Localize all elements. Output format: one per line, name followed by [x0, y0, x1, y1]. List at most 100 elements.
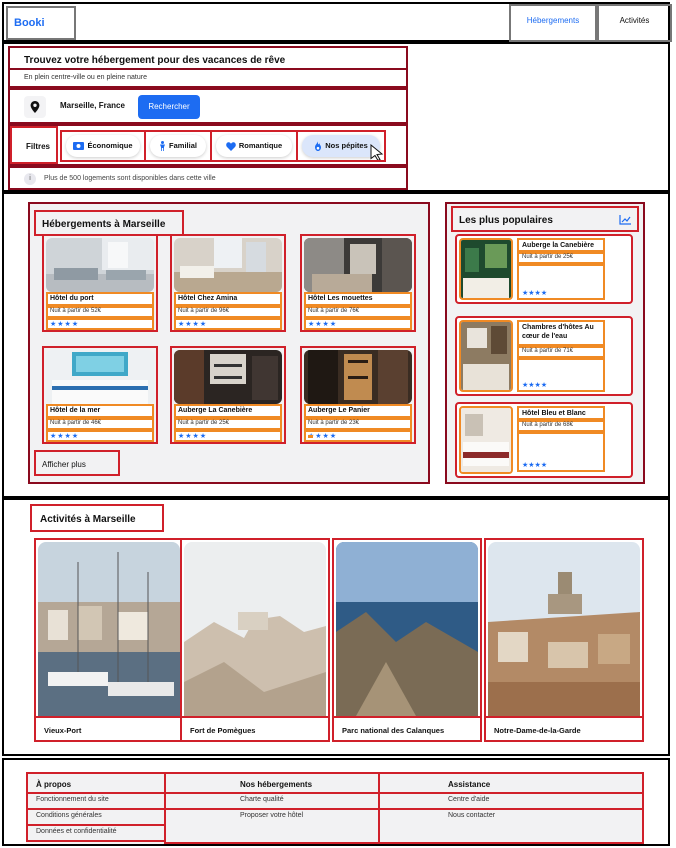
activity-card[interactable]: Notre-Dame-de-la-Garde — [484, 538, 644, 742]
hotel-stars: ★★★★ — [178, 433, 208, 440]
activity-image — [336, 542, 478, 716]
filter-nos-pepites[interactable]: Nos pépites — [296, 130, 386, 162]
popular-name: Auberge la Canebière — [522, 242, 594, 249]
flame-icon — [315, 141, 322, 152]
activity-card[interactable]: Fort de Pomègues — [180, 538, 330, 742]
search-button[interactable]: Rechercher — [138, 95, 200, 119]
footer-link-text: Centre d'aide — [448, 796, 490, 803]
trend-chart-icon — [619, 215, 631, 225]
hotel-price: Nuit à partir de 96€ — [178, 308, 230, 314]
filter-economique[interactable]: Économique — [60, 130, 146, 162]
activity-label: Fort de Pomègues — [190, 726, 256, 735]
hotel-image — [174, 238, 282, 292]
search-info-text: Plus de 500 logements sont disponibles d… — [44, 175, 216, 182]
popular-card[interactable]: Hôtel Bleu et Blanc Nuit à partir de 68€… — [455, 402, 633, 478]
hotel-image — [46, 350, 154, 404]
filter-romantique[interactable]: Romantique — [210, 130, 298, 162]
search-subtitle: En plein centre-ville ou en pleine natur… — [8, 68, 408, 88]
nav-activites[interactable]: Activités — [597, 4, 672, 42]
show-more-button[interactable]: Afficher plus — [34, 450, 120, 476]
hotel-name: Hôtel du port — [50, 295, 94, 302]
hotel-stars: ★★★★ — [50, 433, 80, 440]
activity-label: Notre-Dame-de-la-Garde — [494, 726, 581, 735]
logo-text: Booki — [14, 17, 45, 29]
search-info: i Plus de 500 logements sont disponibles… — [8, 166, 408, 190]
popular-block: Les plus populaires Auberge la Canebière… — [445, 202, 645, 484]
popular-name: Chambres d'hôtes Au cœur de l'eau — [522, 324, 594, 340]
search-subtitle-text: En plein centre-ville ou en pleine natur… — [24, 74, 147, 81]
hotel-card[interactable]: Hôtel Chez Amina Nuit à partir de 96€ ★★… — [170, 234, 286, 332]
hotel-name: Auberge La Canebière — [178, 407, 253, 414]
footer-link[interactable]: Centre d'aide — [378, 794, 644, 810]
logo[interactable]: Booki — [6, 6, 76, 40]
search-title: Trouvez votre hébergement pour des vacan… — [8, 46, 408, 70]
money-icon — [73, 142, 85, 151]
info-icon: i — [24, 173, 36, 185]
hotel-price: Nuit à partir de 52€ — [50, 308, 102, 314]
footer-col-hebergements: Nos hébergements Charte qualité Proposer… — [164, 772, 380, 844]
popular-image — [459, 320, 513, 392]
search-input[interactable]: Marseille, France — [60, 101, 125, 110]
footer-link[interactable]: Charte qualité — [164, 794, 380, 810]
search-title-text: Trouvez votre hébergement pour des vacan… — [24, 55, 286, 66]
filter-nos-pepites-label: Nos pépites — [325, 141, 368, 150]
hotel-name: Hôtel de la mer — [50, 407, 101, 414]
activity-image — [488, 542, 640, 716]
popular-image — [459, 238, 513, 300]
hotel-name: Hôtel Les mouettes — [308, 295, 373, 302]
child-icon — [160, 141, 166, 152]
hotel-price: Nuit à partir de 25€ — [178, 420, 230, 426]
hotel-image — [46, 238, 154, 292]
hotel-card[interactable]: Hôtel Les mouettes Nuit à partir de 76€ … — [300, 234, 416, 332]
hotels-title-text: Hébergements à Marseille — [42, 219, 166, 230]
popular-title-text: Les plus populaires — [459, 215, 553, 226]
show-more-label: Afficher plus — [42, 460, 86, 469]
popular-price: Nuit à partir de 68€ — [522, 422, 574, 428]
footer-link[interactable]: Fonctionnement du site — [26, 794, 166, 810]
hotel-card[interactable]: Hôtel de la mer Nuit à partir de 46€ ★★★… — [42, 346, 158, 444]
footer-link-text: Données et confidentialité — [36, 828, 117, 835]
activity-label: Parc national des Calanques — [342, 726, 445, 735]
popular-name: Hôtel Bleu et Blanc — [522, 410, 586, 417]
footer-link-text: Proposer votre hôtel — [240, 812, 304, 819]
hotel-image — [304, 238, 412, 292]
filters-label-text: Filtres — [26, 142, 51, 151]
footer-col-apropos: À propos Fonctionnement du site Conditio… — [26, 772, 166, 842]
hotel-stars: ★★★★ — [178, 321, 208, 328]
location-pin-icon — [24, 96, 46, 118]
footer-link[interactable]: Conditions générales — [26, 810, 166, 826]
hotel-image — [174, 350, 282, 404]
hotel-card[interactable]: Auberge La Canebière Nuit à partir de 25… — [170, 346, 286, 444]
popular-card[interactable]: Chambres d'hôtes Au cœur de l'eau Nuit à… — [455, 316, 633, 396]
footer-link[interactable]: Nous contacter — [378, 810, 644, 844]
popular-stars: ★★★★ — [522, 382, 548, 389]
hotel-price: Nuit à partir de 46€ — [50, 420, 102, 426]
hotels-section: Hébergements à Marseille Hôtel du port N… — [2, 192, 670, 498]
footer: À propos Fonctionnement du site Conditio… — [2, 758, 670, 846]
hotel-card[interactable]: Hôtel du port Nuit à partir de 52€ ★★★★ — [42, 234, 158, 332]
activity-card[interactable]: Vieux-Port — [34, 538, 184, 742]
header: Booki Hébergements Activités — [2, 2, 672, 42]
hotel-image — [304, 350, 412, 404]
footer-col-assistance: Assistance Centre d'aide Nous contacter — [378, 772, 644, 844]
hotel-stars: ★★★★ — [308, 321, 338, 328]
footer-link[interactable]: Données et confidentialité — [26, 826, 166, 842]
hotels-title: Hébergements à Marseille — [34, 210, 184, 236]
footer-link-text: Nous contacter — [448, 812, 496, 819]
popular-image — [459, 406, 513, 474]
footer-link[interactable]: Proposer votre hôtel — [164, 810, 380, 844]
hotel-name: Auberge Le Panier — [308, 407, 370, 414]
marker — [308, 435, 313, 438]
hotel-stars: ★★★★ — [50, 321, 80, 328]
footer-col-title: Assistance — [448, 780, 491, 789]
popular-card[interactable]: Auberge la Canebière Nuit à partir de 25… — [455, 234, 633, 304]
activity-image — [38, 542, 180, 716]
filter-familial[interactable]: Familial — [144, 130, 212, 162]
activity-card[interactable]: Parc national des Calanques — [332, 538, 482, 742]
nav-hebergements[interactable]: Hébergements — [509, 4, 597, 42]
activities-title: Activités à Marseille — [30, 504, 164, 532]
hotel-card[interactable]: Auberge Le Panier Nuit à partir de 23€ ★… — [300, 346, 416, 444]
heart-icon — [226, 141, 236, 151]
hotel-name: Hôtel Chez Amina — [178, 295, 238, 302]
nav-activites-label: Activités — [619, 16, 650, 25]
